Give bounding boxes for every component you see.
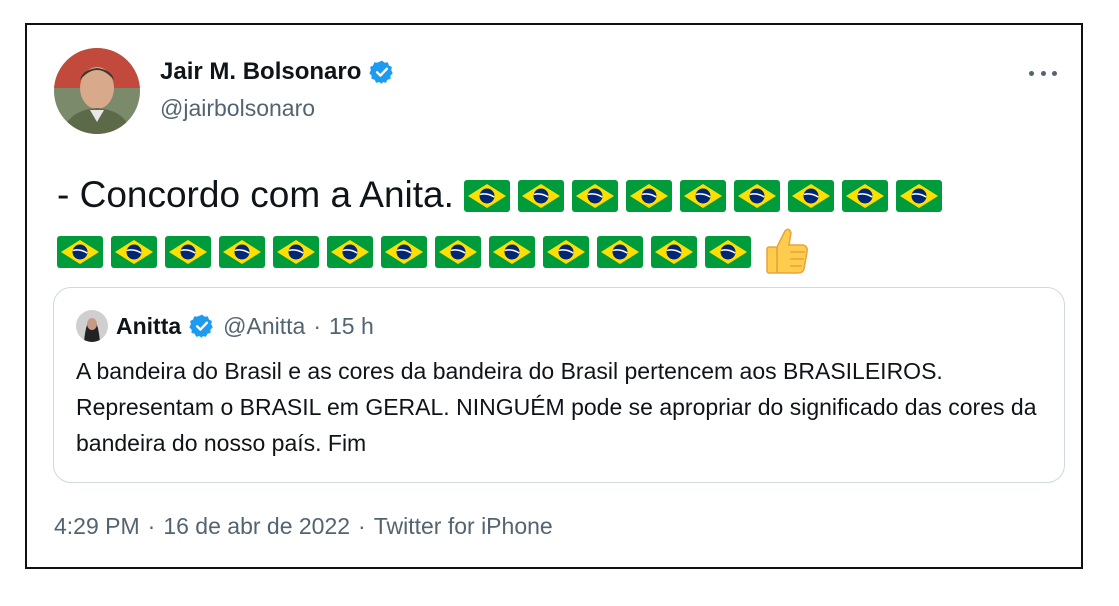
- more-options-icon[interactable]: [1029, 63, 1057, 83]
- thumbs-up-icon: [763, 225, 809, 275]
- quoted-author-name: Anitta: [116, 312, 182, 339]
- brazil-flag-icon: [626, 172, 673, 212]
- quoted-header: Anitta @Anitta · 15 h: [76, 310, 374, 342]
- quoted-timestamp: 15 h: [329, 312, 374, 339]
- meta-separator: ·: [358, 513, 366, 539]
- brazil-flag-icon: [734, 172, 781, 212]
- brazil-flag-icon: [464, 172, 511, 212]
- brazil-flag-icon: [57, 228, 103, 268]
- brazil-flag-icon: [896, 172, 943, 212]
- tweet-time[interactable]: 4:29 PM: [54, 513, 140, 540]
- brazil-flag-icon: [842, 172, 889, 212]
- brazil-flag-icon: [518, 172, 565, 212]
- quoted-author-handle: @Anitta: [223, 312, 306, 339]
- brazil-flag-icon: [111, 228, 157, 268]
- quoted-avatar: [76, 310, 108, 342]
- brazil-flag-icon: [489, 228, 535, 268]
- brazil-flag-icon: [543, 228, 589, 268]
- tweet-text-content: - Concordo com a Anita.: [57, 174, 454, 215]
- brazil-flag-icon: [435, 228, 481, 268]
- quoted-tweet[interactable]: Anitta @Anitta · 15 h A bandeira do Bras…: [53, 287, 1065, 483]
- meta-separator: ·: [147, 513, 156, 539]
- author-name[interactable]: Jair M. Bolsonaro: [160, 58, 361, 86]
- quoted-separator: ·: [313, 312, 322, 339]
- author-avatar[interactable]: [54, 48, 140, 134]
- brazil-flag-icon: [273, 228, 319, 268]
- flags-line-1: [464, 174, 950, 215]
- brazil-flag-icon: [680, 172, 727, 212]
- quoted-verified-badge-icon: [189, 313, 215, 339]
- brazil-flag-icon: [381, 228, 427, 268]
- brazil-flag-icon: [219, 228, 265, 268]
- author-name-row: Jair M. Bolsonaro: [160, 58, 395, 86]
- tweet-text: - Concordo com a Anita.: [57, 167, 1057, 279]
- tweet-metadata: 4:29 PM · 16 de abr de 2022 · Twitter fo…: [54, 513, 553, 540]
- brazil-flag-icon: [705, 228, 751, 268]
- author-handle[interactable]: @jairbolsonaro: [160, 95, 315, 122]
- quoted-text: A bandeira do Brasil e as cores da bande…: [76, 358, 1037, 456]
- tweet-source[interactable]: Twitter for iPhone: [374, 513, 553, 540]
- flags-line-2: [57, 230, 759, 271]
- brazil-flag-icon: [327, 228, 373, 268]
- brazil-flag-icon: [165, 228, 211, 268]
- brazil-flag-icon: [597, 228, 643, 268]
- tweet-card: Jair M. Bolsonaro @jairbolsonaro - Conco…: [25, 23, 1083, 569]
- brazil-flag-icon: [572, 172, 619, 212]
- tweet-date[interactable]: 16 de abr de 2022: [163, 513, 350, 540]
- brazil-flag-icon: [651, 228, 697, 268]
- brazil-flag-icon: [788, 172, 835, 212]
- verified-badge-icon: [369, 59, 395, 85]
